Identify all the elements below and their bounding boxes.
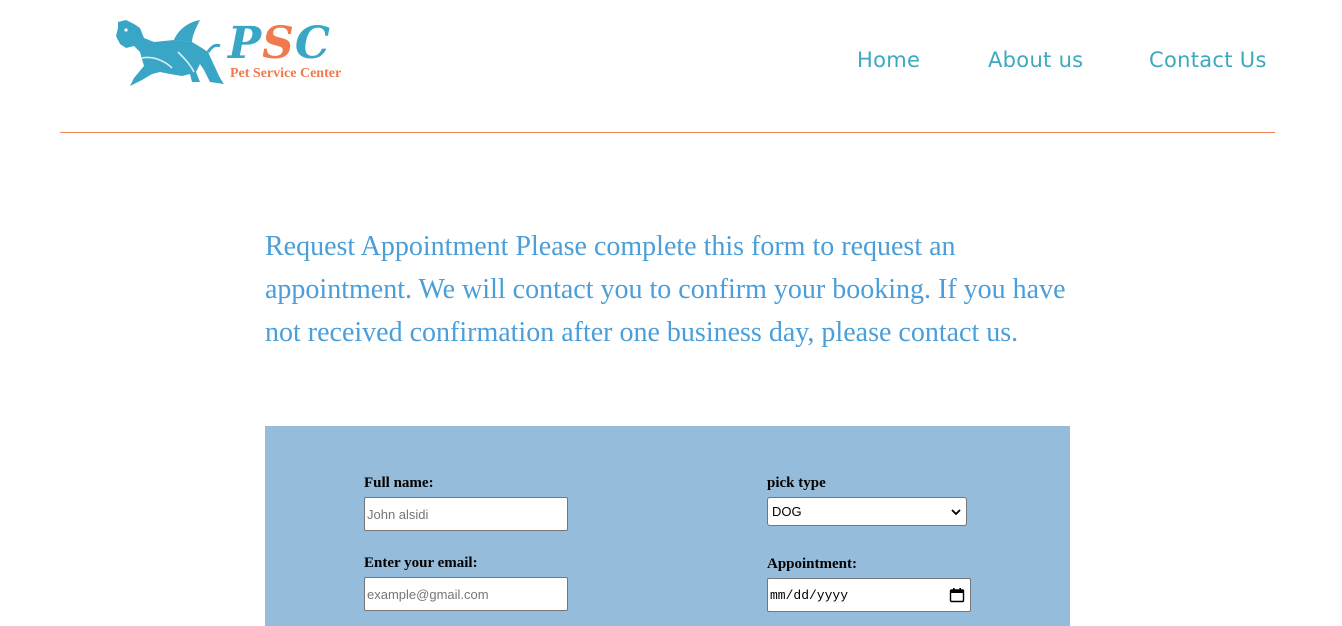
pet-type-select[interactable]: DOG: [767, 497, 967, 526]
nav-about-link[interactable]: About us: [988, 48, 1083, 72]
email-label: Enter your email:: [364, 555, 478, 571]
email-input[interactable]: [364, 577, 568, 611]
site-header: PSC Pet Service Center Home About us Con…: [0, 0, 1342, 134]
chevron-down-icon: [951, 509, 961, 516]
nav-home-link[interactable]: Home: [857, 48, 920, 72]
appointment-label: Appointment:: [767, 556, 858, 572]
appointment-intro-text: Request Appointment Please complete this…: [265, 231, 1066, 348]
full-name-input[interactable]: [364, 497, 568, 531]
appointment-date-value: mm/dd/yyyy: [770, 588, 849, 603]
pet-type-label: pick type: [767, 475, 826, 491]
nav-contact-link[interactable]: Contact Us: [1149, 48, 1267, 72]
appointment-date-input[interactable]: mm/dd/yyyy: [767, 578, 971, 612]
pet-type-selected-value: DOG: [772, 504, 802, 519]
appointment-form: Full name: Enter your email: pick type D…: [265, 426, 1070, 626]
header-divider: [60, 132, 1275, 133]
calendar-icon[interactable]: [949, 587, 965, 603]
full-name-label: Full name:: [364, 475, 434, 491]
main-nav: Home About us Contact Us: [0, 48, 1342, 78]
